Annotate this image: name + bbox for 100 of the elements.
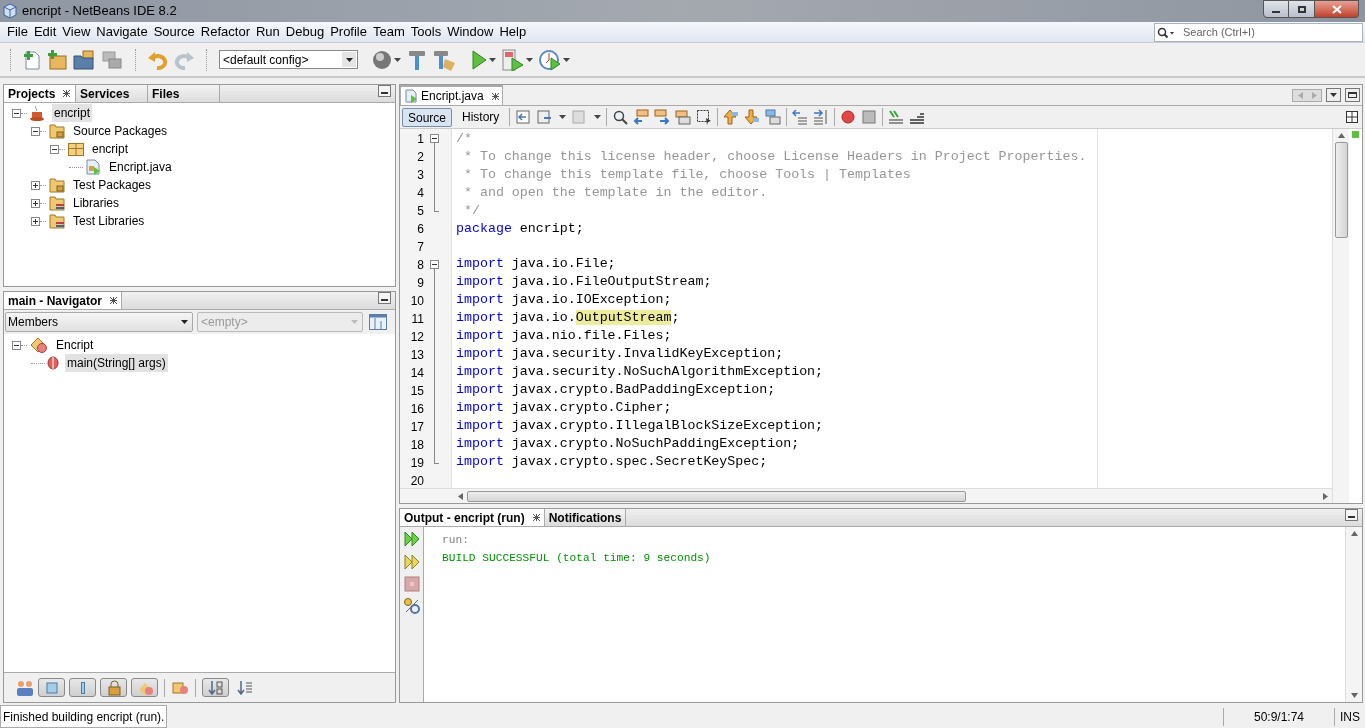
tree-item[interactable]: Libraries: [71, 194, 122, 212]
collapse-icon[interactable]: [50, 144, 59, 154]
tree-item[interactable]: Encript.java: [107, 158, 174, 176]
menu-item[interactable]: Team: [370, 23, 408, 41]
shift-right-icon[interactable]: [813, 109, 830, 125]
toggle-bookmark-icon[interactable]: [765, 109, 782, 125]
close-icon[interactable]: [63, 90, 71, 97]
tree-item[interactable]: encript: [90, 140, 131, 158]
maximize-button[interactable]: [1345, 88, 1360, 102]
caret-icon[interactable]: [489, 57, 496, 62]
tree-item[interactable]: main(String[] args): [65, 354, 168, 372]
hammer-icon[interactable]: [407, 48, 427, 71]
profile-icon[interactable]: [539, 48, 561, 71]
search-field[interactable]: Search (Ctrl+I): [1154, 22, 1363, 42]
panel-tab[interactable]: Projects: [4, 85, 76, 102]
document-icon[interactable]: [536, 109, 553, 125]
up-arrow-icon[interactable]: [1337, 133, 1345, 138]
tree-item[interactable]: Test Packages: [71, 176, 154, 194]
close-icon[interactable]: [532, 514, 540, 521]
caret-icon[interactable]: [563, 57, 570, 62]
new-file-icon[interactable]: [23, 49, 41, 70]
new-project-icon[interactable]: [47, 49, 67, 70]
caret-icon[interactable]: [559, 115, 567, 119]
find-icon[interactable]: [612, 109, 629, 125]
close-icon[interactable]: [110, 297, 118, 304]
menu-item[interactable]: Debug: [282, 23, 328, 41]
tree-item[interactable]: Encript: [54, 336, 96, 354]
panel-tab[interactable]: Notifications: [544, 509, 627, 526]
tree-item[interactable]: encript: [52, 104, 93, 122]
view-tab[interactable]: History: [457, 107, 505, 127]
globe-icon[interactable]: [372, 49, 392, 70]
minimize-button[interactable]: [378, 292, 391, 304]
minimize-button[interactable]: [1345, 509, 1358, 521]
menu-item[interactable]: Source: [150, 23, 198, 41]
expand-icon[interactable]: [31, 198, 40, 208]
minimize-window-button[interactable]: [1263, 0, 1289, 18]
filter-toggle[interactable]: [69, 678, 96, 697]
panel-tab[interactable]: Output - encript (run): [400, 509, 545, 526]
tree-item[interactable]: Test Libraries: [71, 212, 147, 230]
collapse-icon[interactable]: [31, 126, 40, 136]
caret-icon[interactable]: [394, 57, 401, 62]
menu-item[interactable]: Tools: [407, 23, 445, 41]
record-macro-icon[interactable]: [840, 109, 857, 125]
tab-list-button[interactable]: [1326, 88, 1341, 102]
toggle-highlight-icon[interactable]: [675, 109, 692, 125]
previous-occurrence-icon[interactable]: [633, 109, 650, 125]
settings-icon[interactable]: [402, 597, 421, 615]
filter-toggle[interactable]: [131, 678, 158, 697]
expand-icon[interactable]: [31, 216, 40, 226]
comment-icon[interactable]: [888, 109, 905, 125]
panel-tab[interactable]: Services: [76, 85, 148, 102]
menu-item[interactable]: Edit: [30, 23, 60, 41]
sort-alphabetical-button[interactable]: [202, 678, 229, 697]
members-dropdown[interactable]: Members: [5, 312, 193, 332]
next-bookmark-icon[interactable]: [744, 109, 761, 125]
people-icon[interactable]: [16, 679, 34, 696]
right-arrow-icon[interactable]: [1323, 492, 1328, 500]
restore-window-button[interactable]: [1289, 0, 1315, 18]
split-icon[interactable]: [1346, 111, 1358, 123]
rerun-icon[interactable]: [402, 530, 421, 548]
horizontal-scrollbar-thumb[interactable]: [467, 490, 966, 502]
panel-tab[interactable]: main - Navigator: [4, 292, 123, 309]
open-folder-icon[interactable]: [73, 49, 95, 70]
caret-icon[interactable]: [526, 57, 533, 62]
rectangular-selection-icon[interactable]: [696, 109, 713, 125]
minimize-button[interactable]: [378, 85, 391, 97]
search-icon[interactable]: [1157, 26, 1175, 39]
view-tab[interactable]: Source: [402, 107, 453, 127]
tree-item[interactable]: Source Packages: [71, 122, 170, 140]
expand-icon[interactable]: [31, 180, 40, 190]
menu-item[interactable]: Run: [252, 23, 283, 41]
panel-tab[interactable]: Files: [148, 85, 220, 102]
layout-icon[interactable]: [369, 313, 387, 331]
previous-bookmark-icon[interactable]: [723, 109, 740, 125]
menu-item[interactable]: Profile: [327, 23, 370, 41]
menu-item[interactable]: Help: [496, 23, 530, 41]
caret-icon[interactable]: [345, 57, 353, 62]
close-icon[interactable]: [491, 92, 499, 100]
filter-toggle[interactable]: [38, 678, 65, 697]
caret-icon[interactable]: [181, 320, 188, 324]
rerun-with-options-icon[interactable]: [402, 553, 421, 571]
menu-item[interactable]: Refactor: [197, 23, 253, 41]
next-occurrence-icon[interactable]: [654, 109, 671, 125]
menu-item[interactable]: Navigate: [93, 23, 151, 41]
config-dropdown[interactable]: <default config>: [219, 50, 358, 69]
collapse-icon[interactable]: [12, 108, 21, 118]
collapse-icon[interactable]: [12, 340, 21, 350]
left-arrow-icon[interactable]: [458, 492, 463, 500]
clean-build-icon[interactable]: [433, 48, 457, 71]
down-arrow-icon[interactable]: [1350, 693, 1358, 698]
back-history-icon[interactable]: [515, 109, 532, 125]
vertical-scrollbar-thumb[interactable]: [1334, 142, 1348, 238]
sort-source-icon[interactable]: [237, 679, 253, 696]
menu-item[interactable]: Window: [444, 23, 497, 41]
run-icon[interactable]: [471, 49, 487, 70]
close-window-button[interactable]: [1315, 0, 1359, 18]
menu-item[interactable]: View: [59, 23, 94, 41]
editor-tab[interactable]: Encript.java: [400, 85, 503, 105]
up-arrow-icon[interactable]: [1350, 531, 1358, 536]
caret-icon[interactable]: [594, 115, 602, 119]
